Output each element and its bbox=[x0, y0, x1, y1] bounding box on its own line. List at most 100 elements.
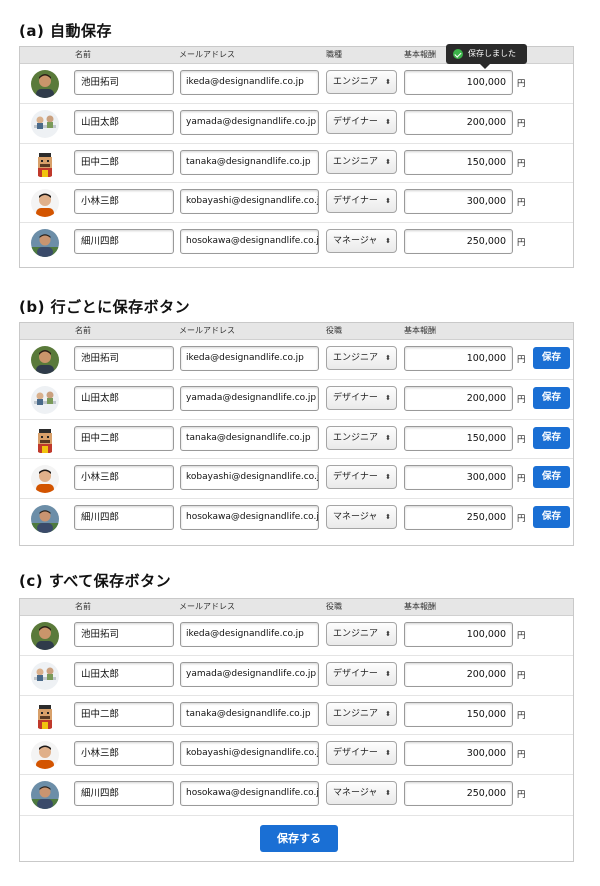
role-select[interactable]: デザイナー ⬍ bbox=[326, 465, 397, 490]
check-circle-icon bbox=[453, 49, 463, 59]
role-select-value: エンジニア bbox=[333, 432, 379, 443]
section-b-title: (b) 行ごとに保存ボタン bbox=[19, 298, 191, 316]
role-select[interactable]: エンジニア ⬍ bbox=[326, 701, 397, 726]
pay-field[interactable]: 300,000 bbox=[404, 741, 513, 767]
pay-field[interactable]: 100,000 bbox=[404, 70, 513, 95]
currency-unit: 円 bbox=[517, 198, 526, 209]
pay-field[interactable]: 250,000 bbox=[404, 781, 513, 807]
email-field[interactable]: hosokawa@designandlife.co.jp bbox=[180, 229, 319, 255]
avatar-hosokawa-icon bbox=[31, 781, 59, 810]
table-row: 細川四郎 hosokawa@designandlife.co.jp マネージャ ⬍ 25… bbox=[20, 775, 573, 815]
name-field[interactable]: 山田太郎 bbox=[74, 661, 174, 687]
row-save-button[interactable]: 保存 bbox=[533, 506, 570, 529]
name-field[interactable]: 小林三郎 bbox=[74, 741, 174, 767]
role-select[interactable]: エンジニア ⬍ bbox=[326, 622, 397, 646]
pay-field[interactable]: 200,000 bbox=[404, 385, 513, 411]
role-select[interactable]: エンジニア ⬍ bbox=[326, 425, 397, 450]
email-field[interactable]: kobayashi@designandlife.co.jp bbox=[180, 465, 319, 491]
email-field[interactable]: yamada@designandlife.co.jp bbox=[180, 385, 319, 411]
select-arrows-icon: ⬍ bbox=[385, 78, 391, 86]
role-select[interactable]: マネージャ ⬍ bbox=[326, 505, 397, 530]
header-role: 職種 bbox=[326, 50, 342, 59]
row-save-button[interactable]: 保存 bbox=[533, 426, 570, 449]
save-all-button[interactable]: 保存する bbox=[260, 824, 338, 852]
role-select[interactable]: デザイナー ⬍ bbox=[326, 189, 397, 214]
name-field[interactable]: 田中二郎 bbox=[74, 701, 174, 727]
currency-unit: 円 bbox=[517, 238, 526, 249]
toast-tail bbox=[480, 64, 490, 69]
email-field[interactable]: ikeda@designandlife.co.jp bbox=[180, 622, 319, 647]
pay-field[interactable]: 100,000 bbox=[404, 346, 513, 371]
email-field[interactable]: kobayashi@designandlife.co.jp bbox=[180, 741, 319, 767]
currency-unit: 円 bbox=[517, 474, 526, 485]
role-select[interactable]: マネージャ ⬍ bbox=[326, 229, 397, 254]
pay-field[interactable]: 250,000 bbox=[404, 229, 513, 255]
header-name: 名前 bbox=[75, 50, 91, 59]
pay-field[interactable]: 300,000 bbox=[404, 189, 513, 215]
select-arrows-icon: ⬍ bbox=[385, 157, 391, 166]
role-select[interactable]: デザイナー ⬍ bbox=[326, 109, 397, 134]
currency-unit: 円 bbox=[517, 514, 526, 525]
avatar-yamada-icon bbox=[31, 109, 59, 138]
email-field[interactable]: ikeda@designandlife.co.jp bbox=[180, 70, 319, 95]
avatar-ikeda-icon bbox=[31, 622, 59, 650]
name-field[interactable]: 山田太郎 bbox=[74, 385, 174, 411]
pay-field[interactable]: 100,000 bbox=[404, 622, 513, 647]
name-field[interactable]: 池田拓司 bbox=[74, 622, 174, 647]
header-name: 名前 bbox=[75, 602, 91, 611]
select-arrows-icon: ⬍ bbox=[385, 630, 391, 638]
row-save-button[interactable]: 保存 bbox=[533, 347, 570, 369]
role-select-value: デザイナー bbox=[333, 392, 378, 403]
name-field[interactable]: 細川四郎 bbox=[74, 505, 174, 531]
name-field[interactable]: 小林三郎 bbox=[74, 189, 174, 215]
email-field[interactable]: hosokawa@designandlife.co.jp bbox=[180, 505, 319, 531]
name-field[interactable]: 細川四郎 bbox=[74, 781, 174, 807]
role-select[interactable]: マネージャ ⬍ bbox=[326, 781, 397, 806]
role-select[interactable]: デザイナー ⬍ bbox=[326, 385, 397, 410]
role-select[interactable]: デザイナー ⬍ bbox=[326, 741, 397, 766]
avatar-yamada-icon bbox=[31, 385, 59, 414]
pay-field[interactable]: 200,000 bbox=[404, 109, 513, 135]
email-field[interactable]: hosokawa@designandlife.co.jp bbox=[180, 781, 319, 807]
role-select-value: マネージャ bbox=[333, 236, 378, 247]
name-field[interactable]: 池田拓司 bbox=[74, 346, 174, 371]
table-row: 山田太郎 yamada@designandlife.co.jp デザイナー ⬍ 200,… bbox=[20, 380, 573, 420]
name-field[interactable]: 小林三郎 bbox=[74, 465, 174, 491]
avatar-hosokawa-icon bbox=[31, 229, 59, 258]
role-select-value: エンジニア bbox=[333, 708, 379, 719]
email-field[interactable]: tanaka@designandlife.co.jp bbox=[180, 701, 319, 727]
name-field[interactable]: 田中二郎 bbox=[74, 425, 174, 451]
table-row: 田中二郎 tanaka@designandlife.co.jp エンジニア ⬍ 150,… bbox=[20, 144, 573, 184]
table-row: 小林三郎 kobayashi@designandlife.co.jp デザイナー ⬍ 3… bbox=[20, 459, 573, 500]
table-row: 池田拓司 ikeda@designandlife.co.jp エンジニア ⬍ 100,0… bbox=[20, 616, 573, 656]
name-field[interactable]: 山田太郎 bbox=[74, 109, 174, 135]
email-field[interactable]: tanaka@designandlife.co.jp bbox=[180, 149, 319, 175]
role-select-value: マネージャ bbox=[333, 788, 378, 799]
select-arrows-icon: ⬍ bbox=[385, 433, 391, 442]
role-select[interactable]: エンジニア ⬍ bbox=[326, 70, 397, 94]
header-role: 役職 bbox=[326, 326, 342, 335]
role-select[interactable]: エンジニア ⬍ bbox=[326, 149, 397, 174]
pay-field[interactable]: 200,000 bbox=[404, 661, 513, 687]
email-field[interactable]: ikeda@designandlife.co.jp bbox=[180, 346, 319, 371]
select-arrows-icon: ⬍ bbox=[385, 197, 391, 206]
email-field[interactable]: yamada@designandlife.co.jp bbox=[180, 109, 319, 135]
section-b-header: 名前 メールアドレス 役職 基本報酬 bbox=[20, 323, 573, 340]
header-pay: 基本報酬 bbox=[404, 602, 436, 611]
name-field[interactable]: 池田拓司 bbox=[74, 70, 174, 95]
row-save-button[interactable]: 保存 bbox=[533, 466, 570, 489]
pay-field[interactable]: 150,000 bbox=[404, 425, 513, 451]
role-select[interactable]: エンジニア ⬍ bbox=[326, 346, 397, 370]
name-field[interactable]: 田中二郎 bbox=[74, 149, 174, 175]
email-field[interactable]: kobayashi@designandlife.co.jp bbox=[180, 189, 319, 215]
pay-field[interactable]: 150,000 bbox=[404, 149, 513, 175]
email-field[interactable]: yamada@designandlife.co.jp bbox=[180, 661, 319, 687]
pay-field[interactable]: 300,000 bbox=[404, 465, 513, 491]
pay-field[interactable]: 150,000 bbox=[404, 701, 513, 727]
role-select[interactable]: デザイナー ⬍ bbox=[326, 661, 397, 686]
select-arrows-icon: ⬍ bbox=[385, 709, 391, 718]
row-save-button[interactable]: 保存 bbox=[533, 386, 570, 409]
pay-field[interactable]: 250,000 bbox=[404, 505, 513, 531]
email-field[interactable]: tanaka@designandlife.co.jp bbox=[180, 425, 319, 451]
name-field[interactable]: 細川四郎 bbox=[74, 229, 174, 255]
